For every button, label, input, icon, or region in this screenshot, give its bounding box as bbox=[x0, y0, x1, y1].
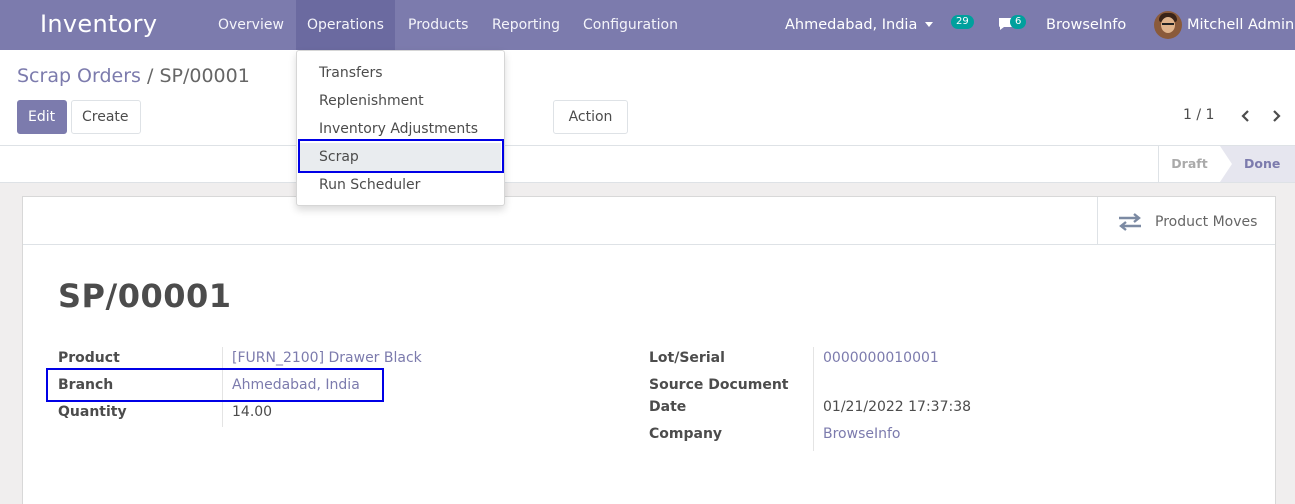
branch-switcher-label: Ahmedabad, India bbox=[785, 17, 918, 33]
menu-item-run-scheduler[interactable]: Run Scheduler bbox=[300, 171, 501, 199]
menu-products[interactable]: Products bbox=[397, 0, 479, 50]
field-divider bbox=[813, 347, 814, 451]
product-value[interactable]: [FURN_2100] Drawer Black bbox=[232, 350, 422, 366]
operations-dropdown: Transfers Replenishment Inventory Adjust… bbox=[296, 50, 505, 206]
status-draft[interactable]: Draft bbox=[1158, 146, 1220, 182]
date-value: 01/21/2022 17:37:38 bbox=[823, 399, 972, 415]
scrap-highlight-box bbox=[298, 139, 504, 173]
messages-badge[interactable]: 6 bbox=[1010, 15, 1027, 29]
create-button[interactable]: Create bbox=[71, 100, 141, 134]
chevron-down-icon bbox=[925, 22, 934, 27]
edit-button[interactable]: Edit bbox=[17, 100, 67, 134]
user-avatar[interactable] bbox=[1154, 11, 1182, 39]
source-document-label: Source Document bbox=[649, 377, 789, 393]
breadcrumb-separator: / bbox=[140, 65, 160, 87]
app-name[interactable]: Inventory bbox=[40, 10, 157, 38]
status-bar: Draft Done bbox=[0, 146, 1295, 183]
button-box: Product Moves bbox=[23, 197, 1275, 245]
breadcrumb: Scrap Orders / SP/00001 bbox=[17, 65, 250, 87]
activity-badge[interactable]: 29 bbox=[951, 15, 974, 29]
breadcrumb-current: SP/00001 bbox=[159, 65, 250, 87]
quantity-value: 14.00 bbox=[232, 404, 273, 420]
pager-value[interactable]: 1 / 1 bbox=[1183, 107, 1214, 123]
menu-item-transfers[interactable]: Transfers bbox=[300, 59, 501, 87]
company-label: Company bbox=[649, 426, 723, 442]
chevron-left-icon[interactable] bbox=[1239, 109, 1253, 123]
control-panel: Scrap Orders / SP/00001 Edit Create Acti… bbox=[0, 50, 1295, 146]
branch-highlight-box bbox=[46, 368, 384, 402]
user-menu[interactable]: Mitchell Admin bbox=[1187, 0, 1294, 50]
breadcrumb-parent[interactable]: Scrap Orders bbox=[17, 65, 141, 87]
company-switcher[interactable]: BrowseInfo bbox=[1046, 0, 1126, 50]
menu-item-replenishment[interactable]: Replenishment bbox=[300, 87, 501, 115]
form-sheet: Product Moves SP/00001 Product [FURN_210… bbox=[22, 196, 1276, 504]
date-label: Date bbox=[649, 399, 687, 415]
chevron-right-icon[interactable] bbox=[1269, 109, 1283, 123]
action-button[interactable]: Action bbox=[553, 100, 628, 134]
lot-serial-label: Lot/Serial bbox=[649, 350, 725, 366]
product-moves-label: Product Moves bbox=[1155, 214, 1258, 230]
menu-reporting[interactable]: Reporting bbox=[481, 0, 571, 50]
branch-switcher[interactable]: Ahmedabad, India bbox=[785, 0, 934, 50]
lot-serial-value[interactable]: 0000000010001 bbox=[823, 350, 939, 366]
product-label: Product bbox=[58, 350, 120, 366]
top-navbar: Inventory Overview Operations Products R… bbox=[0, 0, 1295, 50]
company-value[interactable]: BrowseInfo bbox=[823, 426, 900, 442]
exchange-icon bbox=[1119, 213, 1141, 231]
menu-operations[interactable]: Operations bbox=[296, 0, 395, 50]
product-moves-button[interactable]: Product Moves bbox=[1097, 197, 1275, 244]
status-arrow-divider bbox=[1220, 146, 1232, 182]
menu-overview[interactable]: Overview bbox=[207, 0, 295, 50]
record-title: SP/00001 bbox=[58, 277, 232, 315]
quantity-label: Quantity bbox=[58, 404, 127, 420]
menu-configuration[interactable]: Configuration bbox=[572, 0, 689, 50]
